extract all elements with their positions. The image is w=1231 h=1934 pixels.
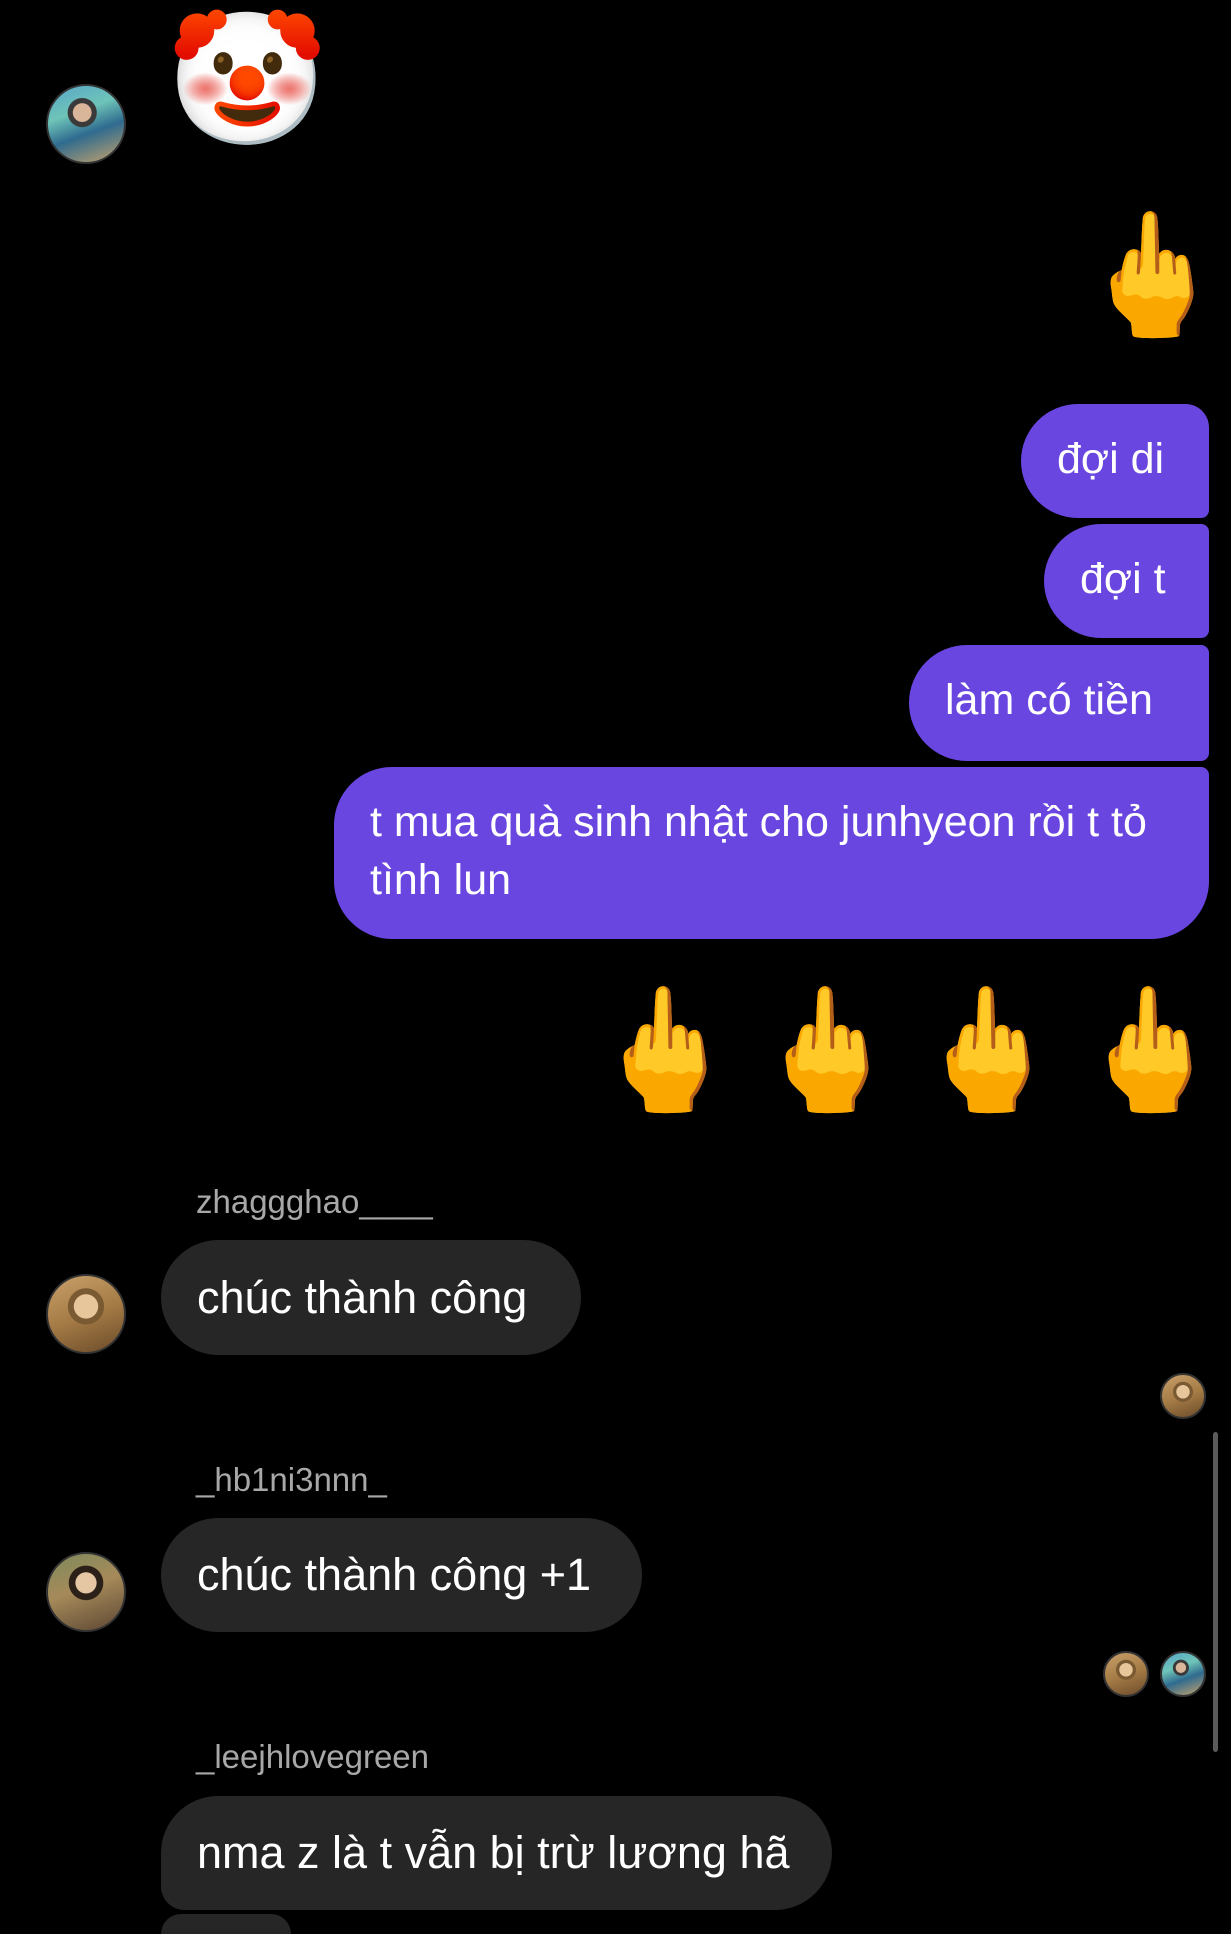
middle-finger-emoji-message[interactable]: 🖕 [752,990,901,1110]
seen-avatar [1160,1651,1206,1697]
outgoing-message[interactable]: làm có tiền [909,645,1209,761]
sender-avatar[interactable] [46,1274,126,1354]
incoming-message[interactable]: chúc thành công +1 [161,1518,642,1632]
sender-avatar[interactable] [46,84,126,164]
sender-avatar[interactable] [46,1552,126,1632]
middle-finger-emoji-message[interactable]: 🖕 [590,990,739,1110]
incoming-message[interactable]: chúc thành công [161,1240,581,1355]
sender-username: zhaggghao____ [196,1183,433,1220]
outgoing-message[interactable]: đợi di [1021,404,1209,518]
sender-username: _hb1ni3nnn_ [196,1461,387,1498]
incoming-message-next [161,1914,291,1934]
seen-avatar [1160,1373,1206,1419]
middle-finger-emoji-message[interactable]: 🖕 [1077,215,1226,335]
clown-emoji-message[interactable]: 🤡 [166,14,328,144]
outgoing-message[interactable]: đợi t [1044,524,1209,638]
sender-username: _leejhlovegreen [196,1738,430,1775]
outgoing-message[interactable]: t mua quà sinh nhật cho junhyeon rồi t t… [334,767,1209,939]
incoming-message[interactable]: nma z là t vẫn bị trừ lương hã [161,1796,832,1910]
scrollbar[interactable] [1213,1432,1218,1752]
middle-finger-emoji-message[interactable]: 🖕 [913,990,1062,1110]
seen-avatar [1103,1651,1149,1697]
middle-finger-emoji-message[interactable]: 🖕 [1075,990,1224,1110]
